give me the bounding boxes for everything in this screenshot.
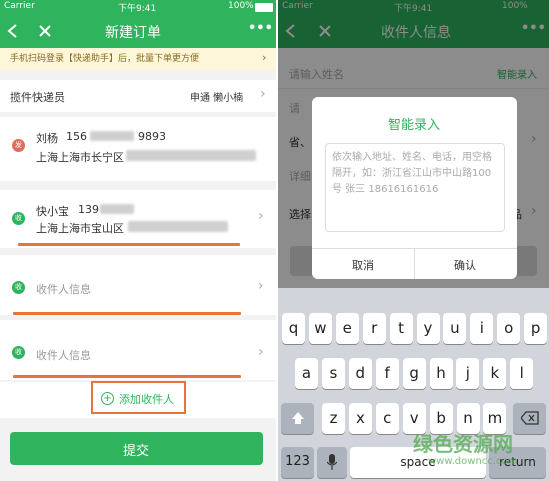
banner-text: 手机扫码登录【快递助手】后，批量下单更方便	[10, 54, 200, 64]
cancel-button[interactable]: 取消	[352, 257, 374, 273]
add-recipient-label: 添加收件人	[119, 393, 174, 406]
key-b[interactable]: b	[429, 403, 453, 434]
back-icon[interactable]	[6, 23, 20, 39]
more-icon[interactable]: •••	[248, 21, 273, 36]
courier-row[interactable]: 揽件快递员 申通 懒小楠 ›	[0, 80, 276, 112]
key-d[interactable]: d	[348, 358, 372, 389]
key-t[interactable]: t	[389, 313, 413, 344]
courier-label: 揽件快递员	[10, 91, 65, 104]
chevron-right-icon: ›	[262, 51, 267, 64]
status-bar: Carrier 下午9:41 100%	[0, 0, 276, 14]
recipient-badge: 收	[12, 281, 25, 294]
recipient-card-2[interactable]: 收 收件人信息 ›	[0, 255, 276, 315]
highlight-underline	[18, 243, 240, 246]
watermark-url: www.downcc.com	[428, 456, 518, 467]
key-p[interactable]: p	[524, 313, 548, 344]
textarea-placeholder: 依次输入地址、姓名、电话，用空格隔开，如：浙江省江山市中山路100号 张三 18…	[332, 152, 492, 195]
delete-key[interactable]	[513, 403, 546, 434]
confirm-button[interactable]: 确认	[454, 257, 476, 273]
redacted-address	[128, 221, 228, 232]
key-o[interactable]: o	[497, 313, 521, 344]
shift-icon	[291, 412, 304, 424]
battery-icon	[255, 3, 273, 12]
redacted-address	[126, 150, 256, 161]
recipient-phone-prefix: 139	[78, 203, 99, 216]
nav-bar: 新建订单 •••	[0, 14, 276, 48]
highlight-underline	[13, 375, 241, 378]
key-q[interactable]: q	[282, 313, 305, 344]
redacted-phone	[100, 204, 134, 214]
smart-entry-textarea[interactable]: 依次输入地址、姓名、电话，用空格隔开，如：浙江省江山市中山路100号 张三 18…	[325, 143, 505, 232]
backspace-icon	[519, 411, 539, 425]
key-c[interactable]: c	[375, 403, 399, 434]
sender-phone-suffix: 9893	[138, 130, 166, 143]
carrier-label: Carrier	[4, 1, 35, 11]
divider	[414, 248, 415, 279]
submit-label: 提交	[123, 444, 150, 459]
left-phone-screen: Carrier 下午9:41 100% 新建订单 ••• 手机扫码登录【快递助手…	[0, 0, 276, 481]
key-l[interactable]: l	[510, 358, 534, 389]
key-z[interactable]: z	[322, 403, 345, 434]
key-f[interactable]: f	[375, 358, 399, 389]
recipient-address: 上海上海市宝山区	[36, 222, 124, 235]
key-g[interactable]: g	[402, 358, 426, 389]
key-m[interactable]: m	[483, 403, 507, 434]
microphone-icon	[326, 454, 338, 470]
close-icon[interactable]	[38, 24, 52, 38]
recipient-card-1[interactable]: 收 快小宝 139 上海上海市宝山区 ›	[0, 190, 276, 248]
key-y[interactable]: y	[416, 313, 440, 344]
right-phone-screen: Carrier 下午9:41 100% 收件人信息 ••• 请输入姓名 智能录入…	[278, 0, 549, 481]
key-u[interactable]: u	[443, 313, 467, 344]
key-e[interactable]: e	[335, 313, 359, 344]
key-v[interactable]: v	[402, 403, 426, 434]
key-a[interactable]: a	[295, 358, 318, 389]
chevron-right-icon: ›	[258, 344, 264, 360]
submit-button[interactable]: 提交	[10, 432, 263, 465]
chevron-right-icon: ›	[258, 278, 264, 294]
key-r[interactable]: r	[362, 313, 386, 344]
key-h[interactable]: h	[429, 358, 453, 389]
page-title: 新建订单	[105, 25, 161, 41]
redacted-phone	[90, 131, 134, 141]
recipient-badge: 收	[12, 346, 25, 359]
key-w[interactable]: w	[308, 313, 332, 344]
sender-name: 刘杨	[36, 132, 58, 145]
key-k[interactable]: k	[483, 358, 507, 389]
dialog-title: 智能录入	[388, 118, 441, 133]
add-icon: +	[101, 392, 114, 405]
sender-phone-prefix: 156	[66, 130, 87, 143]
key-x[interactable]: x	[348, 403, 372, 434]
shift-key[interactable]	[281, 403, 314, 434]
key-n[interactable]: n	[456, 403, 480, 434]
recipient-name: 快小宝	[36, 205, 69, 218]
courier-value: 申通 懒小楠	[190, 93, 244, 104]
recipient-placeholder: 收件人信息	[36, 283, 91, 296]
sender-address: 上海上海市长宁区	[36, 151, 124, 164]
mic-key[interactable]	[317, 447, 347, 478]
recipient-card-3[interactable]: 收 收件人信息 ›	[0, 320, 276, 380]
highlight-underline	[13, 312, 241, 315]
smart-entry-dialog: 智能录入 依次输入地址、姓名、电话，用空格隔开，如：浙江省江山市中山路100号 …	[312, 97, 517, 279]
chevron-right-icon: ›	[258, 208, 264, 224]
numbers-key[interactable]: 123	[281, 447, 314, 478]
status-time: 下午9:41	[118, 4, 157, 14]
battery-label: 100%	[228, 1, 254, 11]
add-recipient-button[interactable]: + 添加收件人	[91, 381, 186, 414]
recipient-badge: 收	[12, 212, 25, 225]
key-s[interactable]: s	[321, 358, 345, 389]
recipient-placeholder: 收件人信息	[36, 349, 91, 362]
sender-badge: 发	[12, 139, 25, 152]
key-i[interactable]: i	[470, 313, 494, 344]
scan-login-banner[interactable]: 手机扫码登录【快递助手】后，批量下单更方便 ›	[0, 48, 276, 70]
key-j[interactable]: j	[456, 358, 480, 389]
chevron-right-icon: ›	[260, 86, 266, 102]
sender-card[interactable]: 发 刘杨 156 9893 上海上海市长宁区	[0, 117, 276, 181]
